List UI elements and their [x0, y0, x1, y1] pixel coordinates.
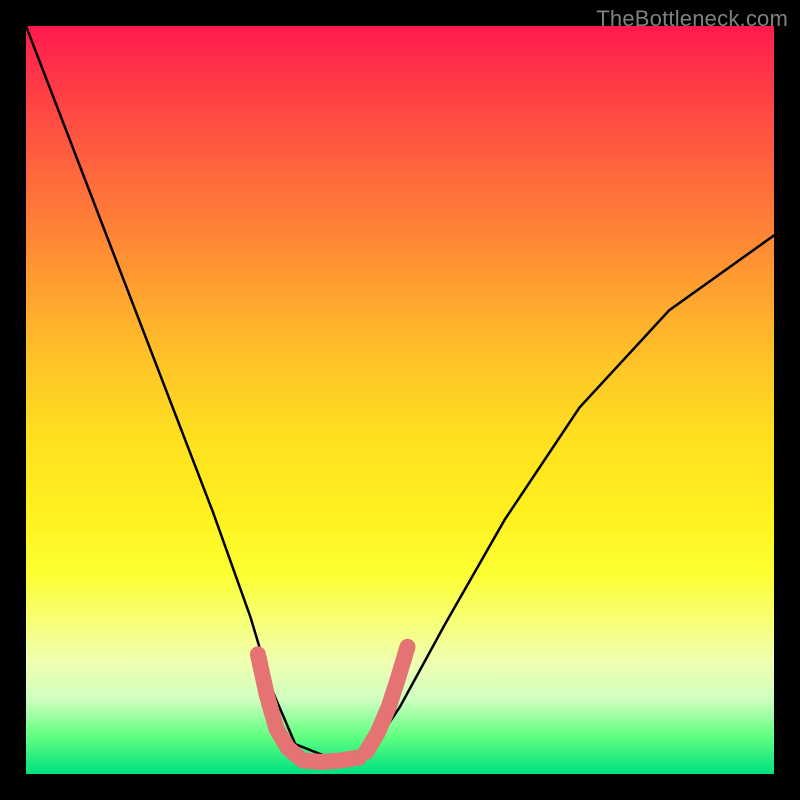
plot-background	[26, 26, 774, 774]
watermark-text: TheBottleneck.com	[596, 6, 788, 32]
